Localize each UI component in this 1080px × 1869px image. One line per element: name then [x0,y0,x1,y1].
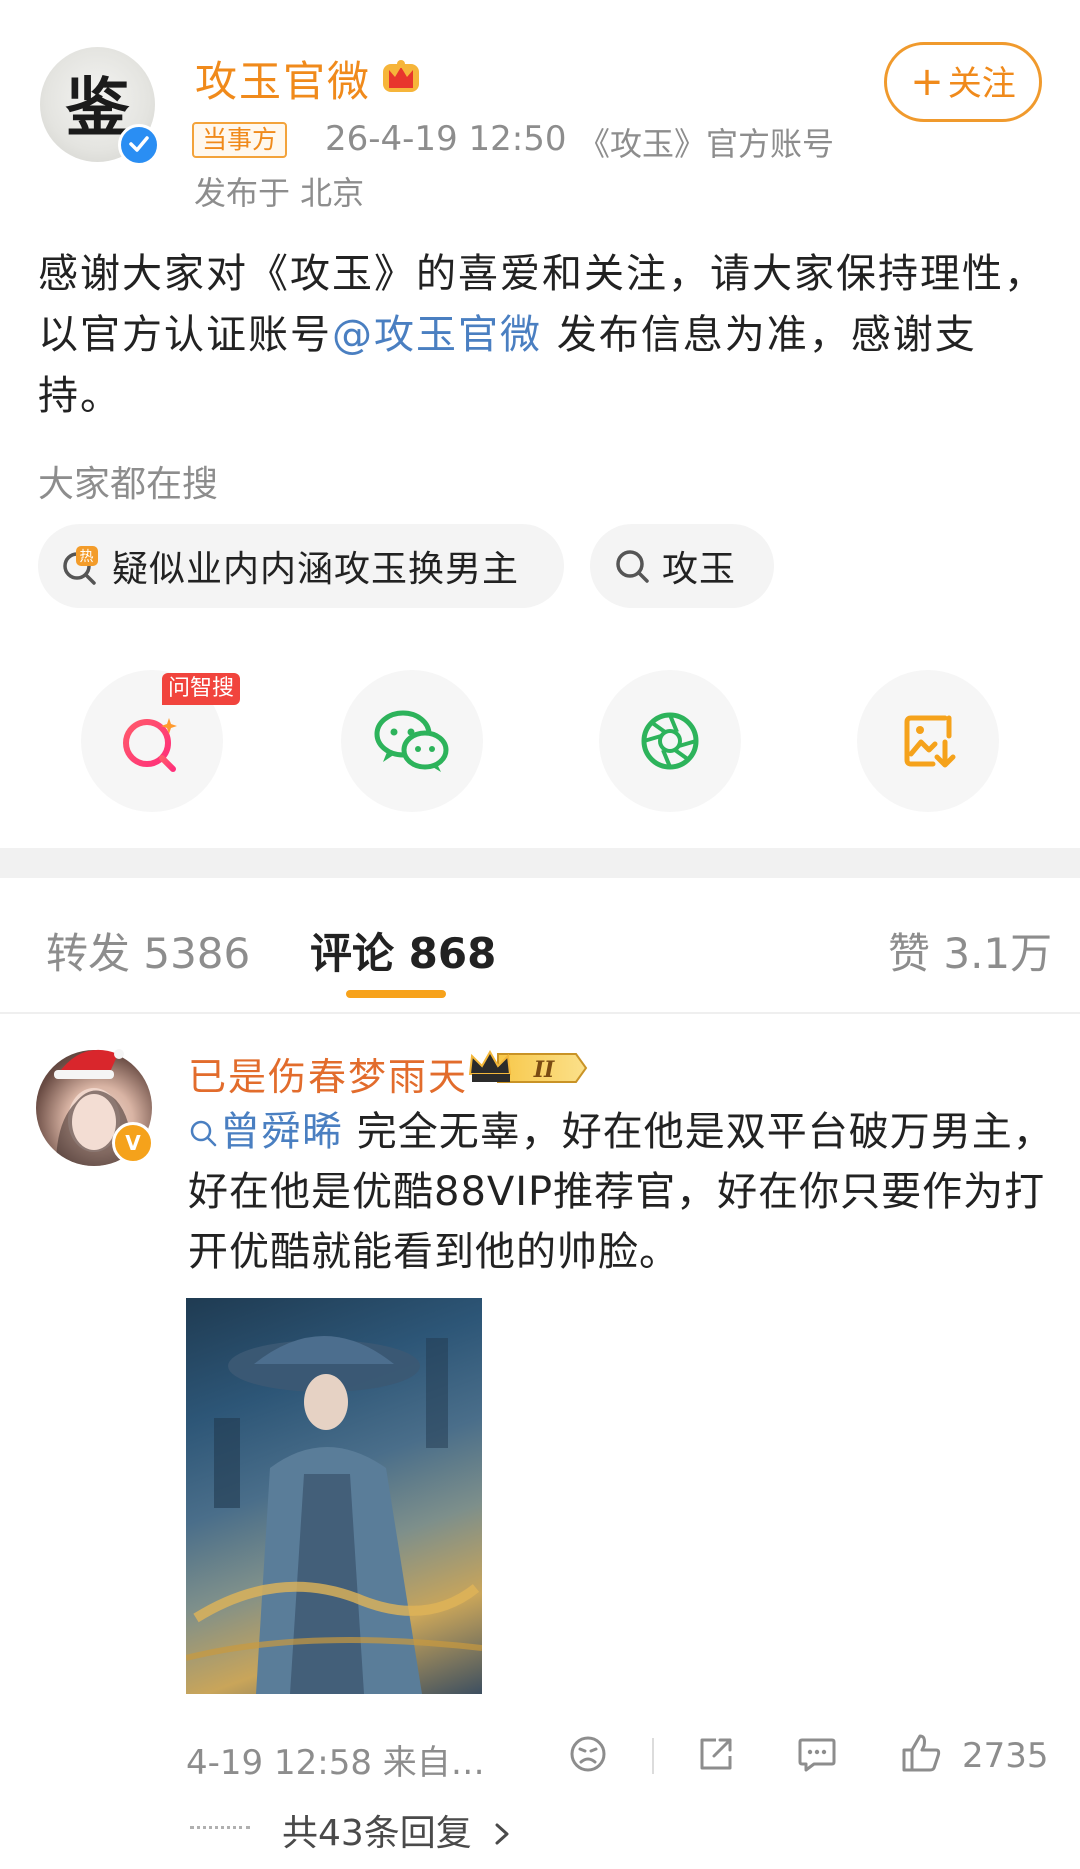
moments-share-button[interactable] [599,670,741,812]
commenter-name[interactable]: 已是伤春梦雨天 [188,1046,468,1101]
trending-search-label: 大家都在搜 [38,464,219,505]
follow-button[interactable]: + 关注 [884,42,1042,122]
replies-dots [190,1826,250,1831]
post-text: 感谢大家对《攻玉》的喜爱和关注，请大家保持理性，以官方认证账号@攻玉官微 发布信… [38,244,1048,427]
comment-mention-link[interactable]: 曾舜晞 [188,1109,343,1155]
tab-comments[interactable]: 评论 868 [310,920,496,981]
share-icon[interactable] [696,1734,736,1778]
author-name[interactable]: 攻玉官微 [195,48,371,109]
post-timestamp: 26-4-19 12:50 [325,119,567,159]
verified-orange-icon: V [112,1122,154,1164]
verified-badge-icon [118,124,160,166]
post-mention-link[interactable]: @攻玉官微 [332,312,542,358]
comment-mention-text: 曾舜晞 [220,1109,343,1155]
tab-divider [0,1012,1080,1014]
save-image-icon [904,715,956,768]
party-badge: 当事方 [192,122,288,158]
crown-icon [378,54,424,100]
section-divider [0,848,1080,878]
hot-search-icon: 热 [58,544,102,588]
trending-chip-2-label: 攻玉 [662,549,737,590]
account-description: 《攻玉》官方账号 [578,125,835,163]
chevron-right-icon [495,1823,509,1845]
like-icon[interactable] [900,1732,942,1778]
post-location: 发布于 北京 [194,174,365,212]
santa-hat-icon [52,1040,124,1080]
trending-chip-1-label: 疑似业内内涵攻玉换男主 [112,549,520,590]
trending-chip-1[interactable]: 热 疑似业内内涵攻玉换男主 [38,524,564,608]
moments-icon [641,712,699,770]
comment-image[interactable] [186,1298,482,1694]
tab-reposts[interactable]: 转发 5386 [46,920,250,981]
action-separator [652,1738,654,1774]
search-topic-icon [190,1120,217,1147]
wechat-share-button[interactable] [341,670,483,812]
save-image-button[interactable] [857,670,999,812]
reaction-icon[interactable] [568,1734,608,1778]
like-count: 2735 [962,1736,1049,1776]
vip-level-text: II [533,1057,555,1083]
comment-timestamp: 4-19 12:58 来自… [186,1743,485,1783]
trending-chip-2[interactable]: 攻玉 [590,524,774,608]
comment-icon[interactable] [796,1734,838,1778]
tab-likes[interactable]: 赞 3.1万 [888,920,1052,981]
ai-search-badge: 问智搜 [162,673,241,705]
comment-text: 曾舜晞 完全无辜，好在他是双平台破万男主，好在他是优酷88VIP推荐官，好在你只… [188,1102,1058,1282]
view-replies-label: 共43条回复 [282,1813,472,1854]
plus-icon: + [910,59,944,105]
vip-level-badge: II [468,1046,588,1094]
view-replies-link[interactable]: 共43条回复 [282,1804,513,1856]
search-icon [612,546,652,586]
wechat-icon [374,710,449,772]
follow-label: 关注 [947,64,1016,104]
svg-text:热: 热 [80,549,95,565]
active-tab-indicator [346,990,446,998]
